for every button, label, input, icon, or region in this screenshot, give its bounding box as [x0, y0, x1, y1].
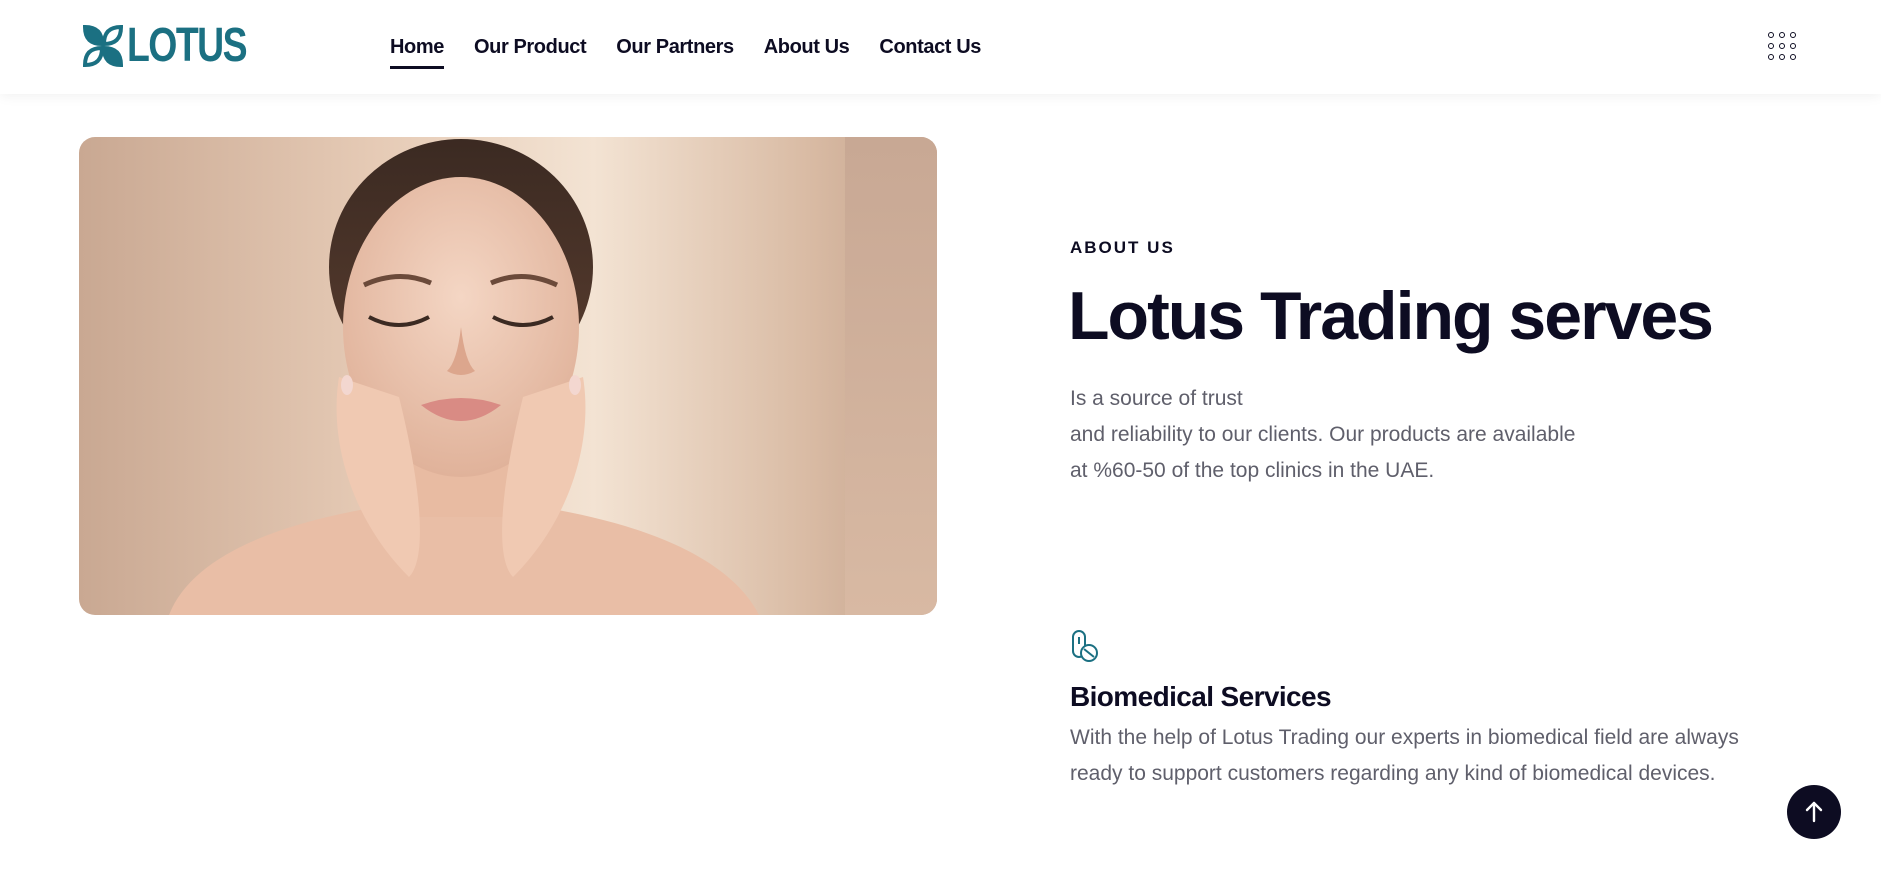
grid-dot — [1768, 54, 1774, 60]
grid-dots-icon[interactable] — [1768, 32, 1796, 60]
grid-dot — [1779, 43, 1785, 49]
hero-image — [79, 137, 937, 615]
description-line: Is a source of trust — [1070, 387, 1243, 410]
logo-text: LOTUS — [127, 19, 248, 72]
grid-dot — [1768, 43, 1774, 49]
section-label: ABOUT US — [1070, 238, 1175, 257]
grid-dot — [1779, 54, 1785, 60]
site-header: LOTUS Home Our Product Our Partners Abou… — [0, 0, 1881, 94]
background-panel — [845, 137, 937, 615]
woman-portrait-illustration — [169, 139, 759, 615]
description-line: at %60-50 of the top clinics in the UAE. — [1070, 459, 1435, 482]
grid-dot — [1790, 43, 1796, 49]
nav-contact-us[interactable]: Contact Us — [879, 30, 981, 65]
page-headline: Lotus Trading serves — [1068, 278, 1714, 354]
lotus-logo-icon — [82, 24, 124, 68]
logo[interactable]: LOTUS — [81, 22, 280, 70]
pill-capsule-icon — [1072, 630, 1098, 662]
nav-our-partners[interactable]: Our Partners — [616, 30, 734, 65]
grid-dot — [1790, 32, 1796, 38]
nav-home[interactable]: Home — [390, 30, 444, 69]
main-nav: Home Our Product Our Partners About Us C… — [390, 0, 981, 94]
arrow-up-icon — [1805, 801, 1823, 823]
nav-our-product[interactable]: Our Product — [474, 30, 587, 65]
about-description: Is a source of trust and reliability to … — [1070, 381, 1690, 489]
service-title: Biomedical Services — [1070, 681, 1332, 712]
grid-dot — [1779, 32, 1785, 38]
scroll-to-top-button[interactable] — [1787, 785, 1841, 839]
description-line: and reliability to our clients. Our prod… — [1070, 423, 1576, 446]
grid-dot — [1768, 32, 1774, 38]
service-description: With the help of Lotus Trading our exper… — [1070, 726, 1739, 785]
grid-dot — [1790, 54, 1796, 60]
nav-about-us[interactable]: About Us — [764, 30, 850, 65]
